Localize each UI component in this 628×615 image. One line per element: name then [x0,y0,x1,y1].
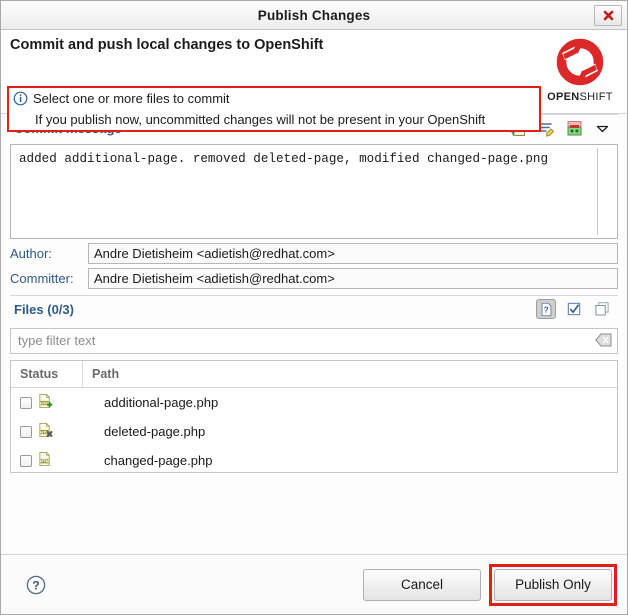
committer-label: Committer: [10,271,74,286]
row-status-cell: HTM [20,451,92,470]
row-checkbox[interactable] [20,396,32,409]
chevron-down-icon[interactable] [592,118,612,138]
action-buttons: Cancel Publish Only [363,563,617,606]
files-title: Files (0/3) [14,301,74,317]
clear-filter-icon[interactable] [595,333,612,350]
table-row[interactable]: HTM changed-page.php [11,446,617,472]
row-status-cell: HTM [20,393,92,412]
page-title: Commit and push local changes to OpenShi… [10,37,324,53]
row-path: additional-page.php [104,395,219,410]
deselect-all-icon[interactable] [592,299,612,319]
select-all-icon[interactable] [564,299,584,319]
row-checkbox[interactable] [20,454,32,467]
validation-message-primary: Select one or more files to commit [33,91,230,106]
help-icon[interactable]: ? [25,574,47,596]
table-header: Status Path [11,361,617,388]
add-change-id-icon[interactable] [564,118,584,138]
validation-message-box: Select one or more files to commit If yo… [7,86,541,132]
committer-field[interactable]: Andre Dietisheim <adietish@redhat.com> [88,268,618,289]
publish-only-highlight: Publish Only [489,563,617,606]
openshift-logo: OPENSHIFT [541,34,619,112]
openshift-wordmark: OPENSHIFT [547,91,613,103]
filter-row: type filter text [10,328,618,354]
column-header-path[interactable]: Path [83,361,617,387]
wrap-guide [597,148,598,235]
title-bar: Publish Changes [1,1,627,30]
show-untracked-files-icon[interactable]: ? [536,299,556,319]
row-path: changed-page.php [104,453,213,468]
table-row[interactable]: HTM deleted-page.php [11,417,617,446]
publish-changes-dialog: Publish Changes Commit and push local ch… [0,0,628,615]
validation-message-secondary: If you publish now, uncommitted changes … [35,112,486,127]
html-file-removed-icon: HTM [37,422,53,441]
commit-message-text[interactable]: added additional-page. removed deleted-p… [11,145,617,173]
files-toolbar: ? [536,299,616,319]
openshift-ring-icon [556,38,604,86]
svg-text:?: ? [543,305,548,314]
info-icon [13,91,28,110]
table-row[interactable]: HTM additional-page.php [11,388,617,417]
author-row: Author: Andre Dietisheim <adietish@redha… [10,243,618,264]
dialog-header: Commit and push local changes to OpenShi… [1,30,627,132]
svg-text:?: ? [32,578,39,592]
files-table: Status Path HTM additional-page.php HTM … [10,360,618,473]
files-header: Files (0/3) ? [10,295,618,322]
author-label: Author: [10,246,52,261]
author-field[interactable]: Andre Dietisheim <adietish@redhat.com> [88,243,618,264]
html-file-added-icon: HTM [37,393,53,412]
svg-text:HTM: HTM [40,459,50,464]
cancel-button[interactable]: Cancel [363,568,481,601]
column-header-status[interactable]: Status [11,361,83,387]
row-status-cell: HTM [20,422,92,441]
close-button[interactable] [594,5,622,26]
row-path: deleted-page.php [104,424,206,439]
commit-message-editor[interactable]: added additional-page. removed deleted-p… [10,144,618,239]
committer-row: Committer: Andre Dietisheim <adietish@re… [10,268,618,289]
files-section: Files (0/3) ? [1,295,627,322]
window-title: Publish Changes [257,7,371,23]
html-file-modified-icon: HTM [37,451,53,470]
filter-input[interactable]: type filter text [10,328,618,354]
row-checkbox[interactable] [20,425,32,438]
publish-only-button[interactable]: Publish Only [494,568,612,601]
dialog-button-bar: ? Cancel Publish Only [1,554,627,614]
close-icon [603,10,613,21]
